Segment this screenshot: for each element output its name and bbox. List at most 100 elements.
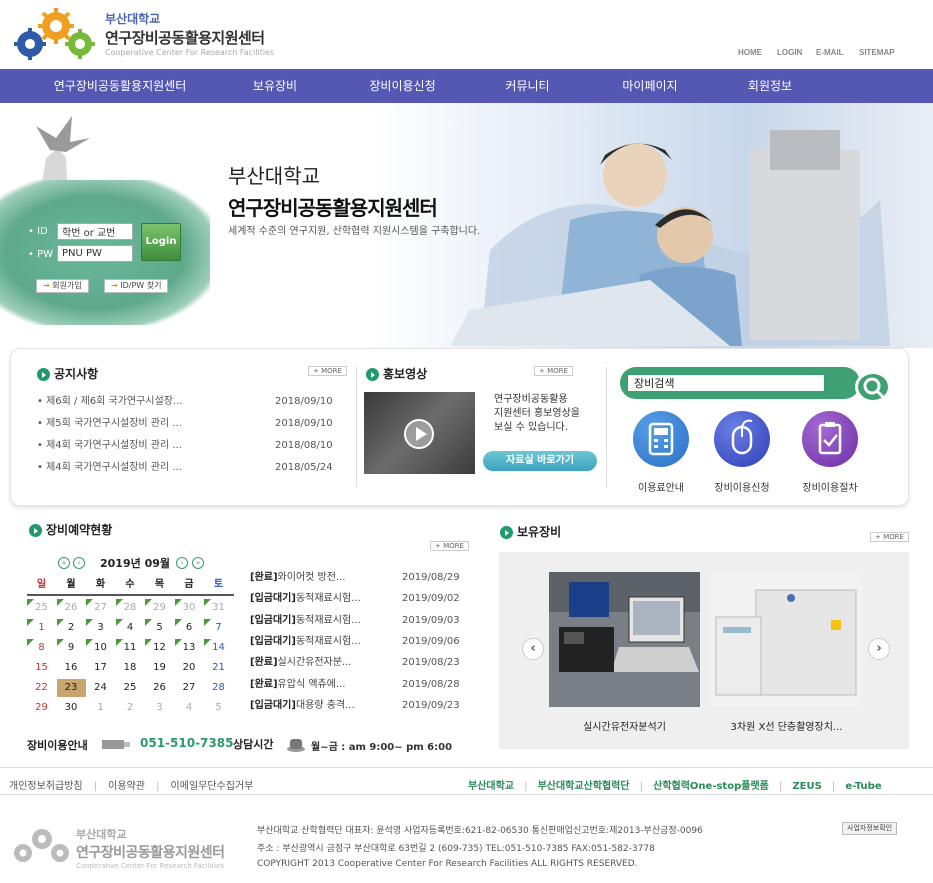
util-login-link[interactable]: LOGIN: [777, 48, 802, 57]
nav-mypage[interactable]: 마이페이지: [605, 69, 695, 103]
calendar-day[interactable]: 25: [116, 679, 145, 697]
footer-logo-text: 부산대학교 연구장비공동활용지원센터 Cooperative Center Fo…: [76, 826, 225, 870]
join-button[interactable]: → 회원가입: [36, 279, 89, 293]
calendar-day[interactable]: 22: [27, 679, 56, 697]
notice-more-button[interactable]: + MORE: [308, 366, 347, 376]
promo-more-button[interactable]: + MORE: [534, 366, 573, 376]
calendar-day[interactable]: 16: [57, 659, 86, 677]
reservation-row[interactable]: [입금대기]대용량 충격... 2019/09/23: [250, 695, 470, 716]
reservation-row[interactable]: [완료]와이어컷 방전... 2019/08/29: [250, 567, 470, 588]
etube-link[interactable]: e-Tube: [845, 781, 881, 792]
equipment-procedure-label[interactable]: 장비이용절차: [790, 479, 870, 494]
reservation-row[interactable]: [완료]실시간유전자분... 2019/08/23: [250, 652, 470, 673]
gears-logo-icon[interactable]: [8, 6, 100, 64]
calendar-day[interactable]: 18: [116, 659, 145, 677]
util-email-link[interactable]: E-MAIL: [816, 48, 844, 57]
util-home-link[interactable]: HOME: [738, 48, 762, 57]
list-item[interactable]: • 제6회 / 제6회 국가연구시설장... 2018/09/10: [37, 391, 337, 413]
nav-member-info[interactable]: 회원정보: [725, 69, 815, 103]
reservation-marker: [56, 599, 64, 606]
search-input[interactable]: [626, 373, 826, 393]
equipment-image[interactable]: [711, 572, 862, 707]
calendar-day[interactable]: 23: [56, 679, 86, 697]
reservation-row[interactable]: [입금대기]동적재료시험... 2019/09/02: [250, 588, 470, 609]
nav-equipment-application[interactable]: 장비이용신청: [355, 69, 450, 103]
nav-center[interactable]: 연구장비공동활용지원센터: [40, 69, 200, 103]
separator: |: [778, 781, 783, 792]
equipment-procedure-button[interactable]: [802, 411, 858, 467]
calendar-weekday: 화: [95, 579, 106, 590]
zeus-link[interactable]: ZEUS: [792, 781, 821, 792]
calendar-day[interactable]: 26: [145, 679, 174, 697]
promo-video-title[interactable]: 홍보영상: [366, 365, 427, 382]
nav-community[interactable]: 커뮤니티: [485, 69, 570, 103]
calendar-day[interactable]: 19: [145, 659, 174, 677]
pnu-industry-link[interactable]: 부산대학교산학협력단: [538, 781, 630, 792]
equipment-label[interactable]: 3차원 X선 단층촬영장치...: [711, 718, 862, 733]
next-month-icon[interactable]: ›: [176, 557, 188, 569]
search-button[interactable]: [855, 371, 891, 403]
list-item[interactable]: • 제4회 국가연구시설장비 관리 ... 2018/08/10: [37, 435, 337, 457]
play-icon[interactable]: [404, 419, 434, 449]
calendar-day[interactable]: 29: [27, 699, 56, 717]
nav-equipment[interactable]: 보유장비: [230, 69, 320, 103]
divider: [606, 367, 607, 487]
carousel-prev-button[interactable]: ‹: [522, 638, 544, 660]
promo-video-thumbnail[interactable]: [364, 392, 475, 474]
equipment-title[interactable]: 보유장비: [500, 523, 561, 540]
reservation-status: [완료]: [250, 572, 278, 583]
calendar-day[interactable]: 30: [57, 699, 86, 717]
list-item[interactable]: • 제4회 국가연구시설장비 관리 ... 2018/05/24: [37, 457, 337, 479]
calendar-day[interactable]: 21: [204, 659, 233, 677]
footer-address: 주소 : 부산광역시 금정구 부산대학로 63번길 2 (609-735) TE…: [257, 844, 655, 854]
archive-shortcut-button[interactable]: 자료실 바로가기: [483, 451, 597, 471]
logo-text[interactable]: 부산대학교 연구장비공동활용지원센터 Cooperative Center Fo…: [105, 10, 274, 57]
equipment-image[interactable]: [549, 572, 700, 707]
reservation-row[interactable]: [완료]유압식 액츄에... 2019/08/28: [250, 674, 470, 695]
next-year-icon[interactable]: »: [192, 557, 204, 569]
calendar-weekday: 월: [66, 579, 76, 590]
calendar-day[interactable]: 24: [86, 679, 115, 697]
find-id-pw-button[interactable]: → ID/PW 찾기: [104, 279, 169, 293]
carousel-next-button[interactable]: ›: [868, 638, 890, 660]
prev-month-icon[interactable]: ‹: [73, 557, 85, 569]
email-refusal-link[interactable]: 이메일무단수집거부: [171, 781, 254, 792]
arrow-bullet-icon: [37, 368, 50, 381]
id-input[interactable]: [57, 223, 133, 240]
calendar-day[interactable]: 28: [204, 679, 233, 697]
login-button[interactable]: Login: [141, 223, 181, 261]
equipment-application-label[interactable]: 장비이용신청: [702, 479, 782, 494]
equipment-more-button[interactable]: + MORE: [870, 532, 909, 542]
prev-year-icon[interactable]: «: [58, 557, 70, 569]
calendar-day[interactable]: 27: [175, 679, 204, 697]
reservation-more-button[interactable]: + MORE: [430, 541, 469, 551]
reservation-title[interactable]: 장비예약현황: [29, 521, 112, 538]
onestop-platform-link[interactable]: 산학협력One-stop플랫폼: [653, 781, 769, 792]
calendar-day[interactable]: 4: [175, 699, 204, 717]
notice-title[interactable]: 공지사항: [37, 365, 98, 382]
list-item[interactable]: • 제5회 국가연구시설장비 관리 ... 2018/09/10: [37, 413, 337, 435]
calendar-day[interactable]: 1: [86, 699, 115, 717]
researchers-illustration: [450, 130, 890, 346]
terms-link[interactable]: 이용약관: [108, 781, 145, 792]
reservation-date: 2019/09/23: [402, 699, 460, 711]
equipment-label[interactable]: 실시간유전자분석기: [549, 718, 700, 733]
fee-guide-button[interactable]: [633, 411, 689, 467]
equipment-application-button[interactable]: [714, 411, 770, 467]
fee-guide-label[interactable]: 이용료안내: [621, 479, 701, 494]
calendar-day[interactable]: 5: [204, 699, 233, 717]
header: 부산대학교 연구장비공동활용지원센터 Cooperative Center Fo…: [0, 0, 933, 68]
pnu-link[interactable]: 부산대학교: [468, 781, 514, 792]
calendar-day[interactable]: 3: [145, 699, 174, 717]
util-sitemap-link[interactable]: SITEMAP: [859, 48, 895, 57]
calendar-day[interactable]: 2: [116, 699, 145, 717]
calendar-day[interactable]: 15: [27, 659, 56, 677]
phone-icon: [102, 740, 130, 749]
calendar-day[interactable]: 20: [175, 659, 204, 677]
reservation-row[interactable]: [입금대기]동적재료시험... 2019/09/03: [250, 610, 470, 631]
business-info-button[interactable]: 사업자정보확인: [842, 822, 898, 835]
reservation-row[interactable]: [입금대기]동적재료시험... 2019/09/06: [250, 631, 470, 652]
privacy-policy-link[interactable]: 개인정보취급방침: [9, 781, 83, 792]
pw-input[interactable]: [57, 245, 133, 262]
calendar-day[interactable]: 17: [86, 659, 115, 677]
